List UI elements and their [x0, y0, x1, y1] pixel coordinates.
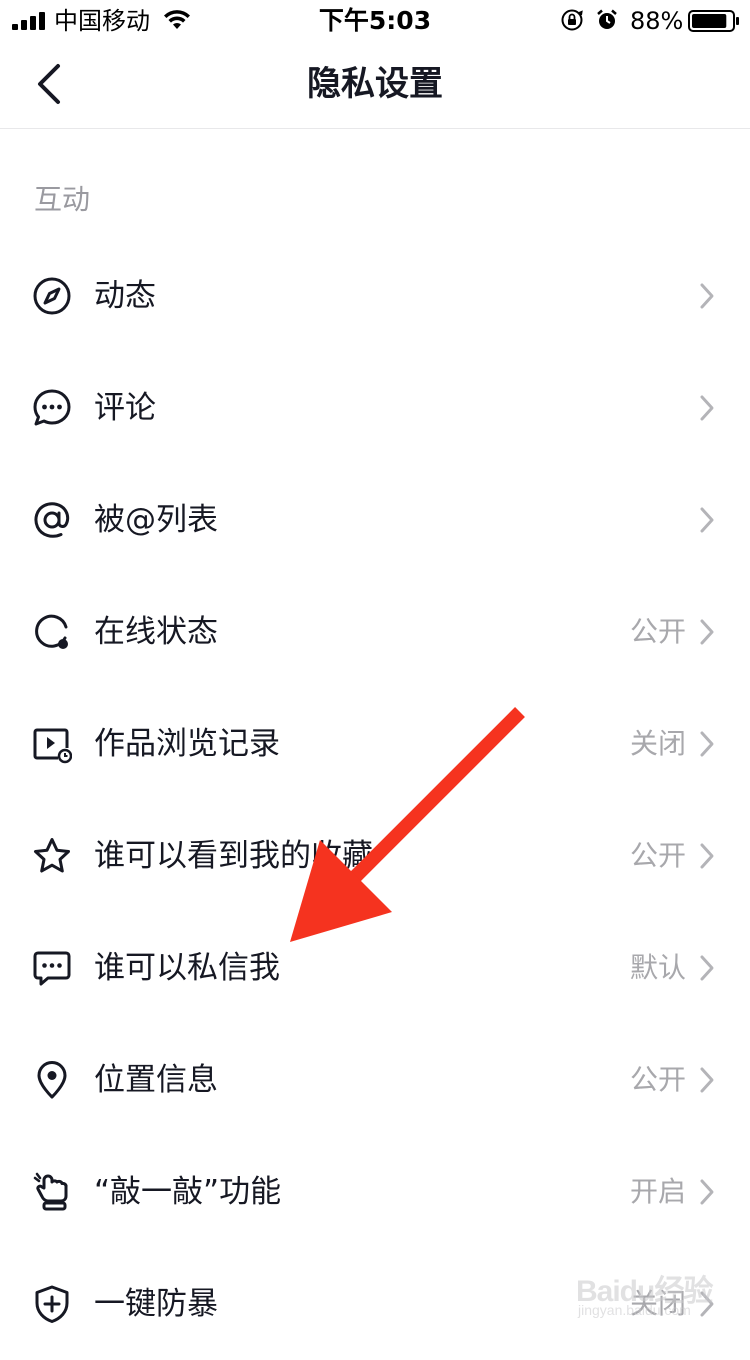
- orientation-lock-icon: [561, 9, 583, 31]
- navigation-bar: 隐私设置: [0, 40, 750, 129]
- list-item-direct-message[interactable]: 谁可以私信我 默认: [0, 912, 750, 1024]
- list-item-value: 公开: [629, 1063, 686, 1096]
- chevron-right-icon: [700, 1179, 714, 1205]
- at-icon: [34, 502, 70, 538]
- page-title: 隐私设置: [307, 64, 443, 104]
- list-item-value: 公开: [629, 839, 686, 872]
- chevron-right-icon: [700, 619, 714, 645]
- location-icon: [37, 1061, 67, 1099]
- online-status-icon: [35, 614, 68, 649]
- battery-percent: 88%: [630, 7, 684, 35]
- list-item-label: 谁可以看到我的收藏: [94, 838, 373, 874]
- chevron-right-icon: [700, 731, 714, 757]
- comment-icon: [33, 389, 71, 426]
- list-item-value: 开启: [629, 1175, 686, 1208]
- list-item-label: 一键防暴: [94, 1286, 218, 1322]
- chevron-right-icon: [700, 843, 714, 869]
- compass-icon: [33, 277, 71, 315]
- list-item-label: “敲一敲”功能: [94, 1174, 282, 1210]
- list-item-label: 作品浏览记录: [94, 726, 280, 762]
- list-item-comments[interactable]: 评论: [0, 352, 750, 464]
- list-item-value: 公开: [629, 615, 686, 648]
- list-item-label: 动态: [94, 278, 156, 314]
- list-item-label: 被@列表: [94, 502, 218, 538]
- list-item-value: 关闭: [629, 1287, 686, 1320]
- list-item-favorites-visibility[interactable]: 谁可以看到我的收藏 公开: [0, 800, 750, 912]
- chevron-right-icon: [700, 955, 714, 981]
- status-bar: 中国移动 下午5:03 88%: [0, 0, 750, 40]
- list-item-anti-harassment[interactable]: 一键防暴 关闭: [0, 1248, 750, 1360]
- list-item-location[interactable]: 位置信息 公开: [0, 1024, 750, 1136]
- chevron-right-icon: [700, 507, 714, 533]
- shield-plus-icon: [35, 1285, 69, 1323]
- star-icon: [34, 838, 70, 873]
- list-item-label: 评论: [94, 390, 156, 426]
- list-item-label: 谁可以私信我: [94, 950, 280, 986]
- list-item-label: 在线状态: [94, 614, 218, 650]
- list-item-value: 默认: [629, 951, 686, 984]
- knock-icon: [33, 1172, 68, 1211]
- battery-icon: [688, 10, 739, 32]
- section-header: 互动: [34, 183, 91, 216]
- chevron-right-icon: [700, 1291, 714, 1317]
- video-history-icon: [33, 728, 72, 764]
- list-item-dynamic[interactable]: 动态: [0, 240, 750, 352]
- list-item-value: 关闭: [629, 727, 686, 760]
- chevron-right-icon: [700, 1067, 714, 1093]
- list-item-online-status[interactable]: 在线状态 公开: [0, 576, 750, 688]
- message-icon: [33, 951, 71, 986]
- chevron-right-icon: [700, 395, 714, 421]
- settings-list: 动态 评论 被@列表 在线状态 公开 作品浏览记录 关闭 谁可以看到我的收藏 公…: [0, 240, 750, 1360]
- list-item-view-history[interactable]: 作品浏览记录 关闭: [0, 688, 750, 800]
- chevron-right-icon: [700, 283, 714, 309]
- list-item-mentions[interactable]: 被@列表: [0, 464, 750, 576]
- alarm-icon: [597, 9, 617, 29]
- list-item-label: 位置信息: [94, 1062, 218, 1098]
- list-item-knock[interactable]: “敲一敲”功能 开启: [0, 1136, 750, 1248]
